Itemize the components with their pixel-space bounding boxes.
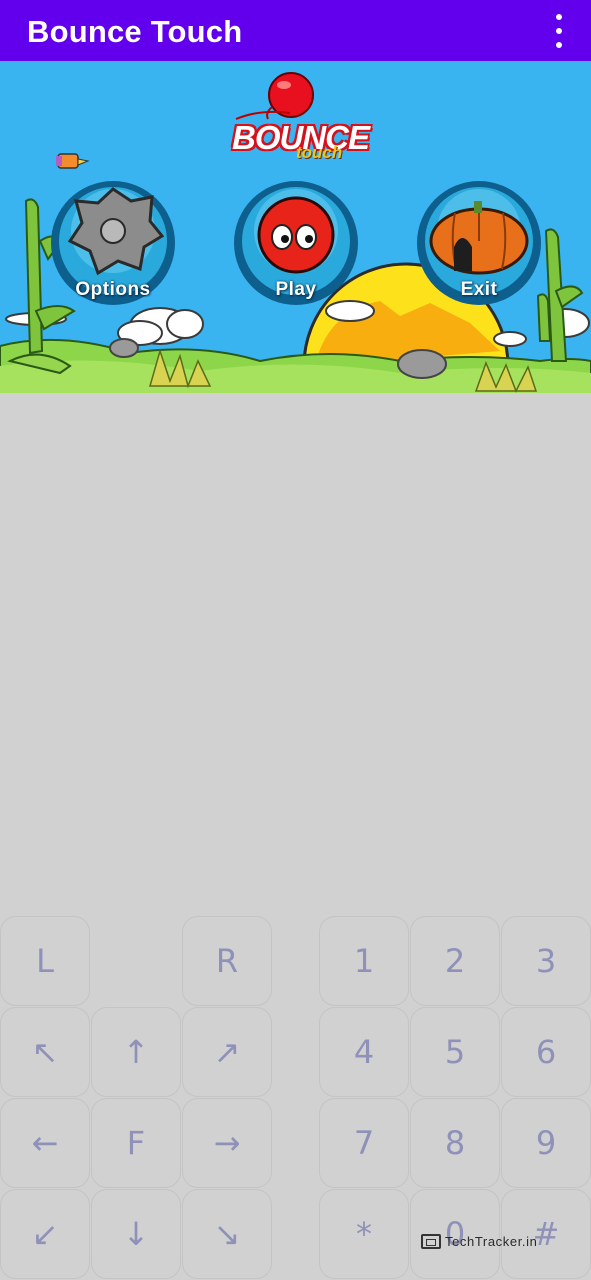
watermark: TechTracker.in: [421, 1234, 537, 1249]
app-bar: Bounce Touch: [0, 0, 591, 61]
key-up[interactable]: ↑: [91, 1007, 181, 1097]
app-title: Bounce Touch: [27, 14, 243, 49]
key-7[interactable]: 7: [319, 1098, 409, 1188]
key-2[interactable]: 2: [410, 916, 500, 1006]
game-screen[interactable]: BOUNCE touch Options Play Exit: [0, 61, 591, 393]
key-fire[interactable]: F: [91, 1098, 181, 1188]
watermark-text: TechTracker.in: [445, 1234, 538, 1249]
key-right[interactable]: →: [182, 1098, 272, 1188]
key-left[interactable]: ←: [0, 1098, 90, 1188]
bird-icon: [56, 153, 90, 169]
key-4[interactable]: 4: [319, 1007, 409, 1097]
key-star[interactable]: *: [319, 1189, 409, 1279]
key-down-right[interactable]: ↘: [182, 1189, 272, 1279]
exit-label: Exit: [460, 279, 498, 300]
bounce-logo: [235, 72, 314, 120]
key-l[interactable]: L: [0, 916, 90, 1006]
key-down-left[interactable]: ↙: [0, 1189, 90, 1279]
logo-subtitle: touch: [296, 143, 343, 162]
key-down[interactable]: ↓: [91, 1189, 181, 1279]
more-vert-icon[interactable]: [551, 14, 567, 48]
key-9[interactable]: 9: [501, 1098, 591, 1188]
virtual-keypad: L R ↖ ↑ ↗ ← F → ↙ ↓ ↘ 1 2 3 4 5 6 7 8 9 …: [0, 916, 591, 1280]
key-5[interactable]: 5: [410, 1007, 500, 1097]
key-6[interactable]: 6: [501, 1007, 591, 1097]
play-label: Play: [275, 279, 317, 300]
key-up-left[interactable]: ↖: [0, 1007, 90, 1097]
computer-icon: [421, 1234, 441, 1249]
key-1[interactable]: 1: [319, 916, 409, 1006]
options-label: Options: [75, 279, 151, 300]
key-8[interactable]: 8: [410, 1098, 500, 1188]
key-up-right[interactable]: ↗: [182, 1007, 272, 1097]
key-r[interactable]: R: [182, 916, 272, 1006]
key-3[interactable]: 3: [501, 916, 591, 1006]
